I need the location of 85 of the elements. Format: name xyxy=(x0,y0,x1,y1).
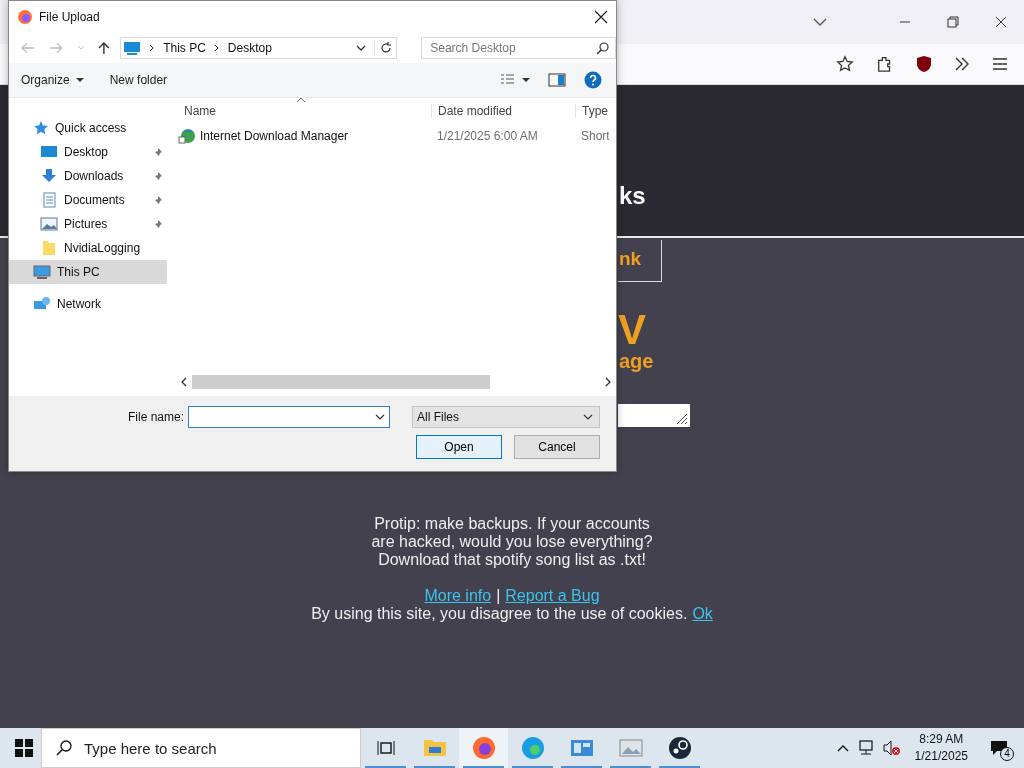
search-field[interactable]: Search Desktop xyxy=(421,37,616,59)
protip-text: are hacked, would you lose everything? xyxy=(371,533,653,551)
dropdown-icon[interactable] xyxy=(356,44,367,52)
windows-start-icon[interactable] xyxy=(15,739,33,757)
page-subtitle: age xyxy=(619,350,654,372)
new-folder-button[interactable]: New folder xyxy=(105,71,172,89)
nav-item[interactable]: NvidiaLogging xyxy=(9,236,167,260)
clock-time[interactable]: 8:29 AM xyxy=(919,731,964,748)
chevron-icon xyxy=(149,44,156,52)
column-header[interactable]: Name xyxy=(176,104,431,118)
nav-link-button[interactable]: nk xyxy=(618,240,662,282)
bookmark-star-icon[interactable] xyxy=(836,55,854,73)
nav-item[interactable]: This PC xyxy=(9,260,167,284)
file-type-dropdown[interactable]: All Files xyxy=(412,406,600,428)
chevron-icon xyxy=(213,44,220,52)
page-heading: ks xyxy=(619,182,646,209)
network-icon xyxy=(33,296,51,312)
preview-pane-icon[interactable] xyxy=(548,73,566,87)
taskbar-search-field[interactable]: Type here to search xyxy=(41,728,361,768)
link-separator: | xyxy=(496,587,501,605)
taskbar-firefox-button[interactable] xyxy=(459,728,508,768)
menu-icon[interactable] xyxy=(992,57,1008,71)
resize-grip-icon xyxy=(676,413,688,425)
clock-date[interactable]: 1/21/2025 xyxy=(914,748,968,765)
protip-text: Protip: make backups. If your accounts xyxy=(374,515,650,533)
file-name-label: File name: xyxy=(127,410,184,424)
search-icon xyxy=(596,41,609,55)
document-icon xyxy=(40,192,58,208)
cancel-button[interactable]: Cancel xyxy=(514,435,600,459)
search-icon xyxy=(56,740,72,756)
report-bug-link[interactable]: Report a Bug xyxy=(505,587,600,605)
tab-list-icon[interactable] xyxy=(813,17,827,27)
computer-icon xyxy=(123,41,142,55)
dropdown-icon xyxy=(583,414,593,420)
chevrons-icon[interactable] xyxy=(954,57,970,71)
network-icon[interactable] xyxy=(856,740,875,756)
scrollbar-thumb[interactable] xyxy=(192,375,490,389)
picture-icon xyxy=(40,216,58,232)
file-name[interactable]: Internet Download Manager xyxy=(200,129,349,143)
globe-icon xyxy=(178,128,196,144)
file-date: 1/21/2025 6:00 AM xyxy=(436,129,539,143)
page-title: V xyxy=(618,310,646,350)
help-icon[interactable] xyxy=(584,71,602,89)
protip-text: Download that spotify song list as .txt! xyxy=(378,551,646,569)
nav-item[interactable]: Network xyxy=(9,292,167,316)
computer-icon xyxy=(33,264,51,280)
open-button[interactable]: Open xyxy=(416,435,502,459)
shield-icon[interactable] xyxy=(916,55,932,73)
address-bar[interactable]: This PC Desktop xyxy=(120,37,398,59)
up-arrow-icon[interactable] xyxy=(98,41,111,55)
folder-icon xyxy=(40,240,58,256)
nav-item[interactable]: Desktop xyxy=(9,140,167,164)
nav-item[interactable]: Documents xyxy=(9,188,167,212)
more-info-link[interactable]: More info xyxy=(424,587,492,605)
close-icon[interactable] xyxy=(995,16,1007,28)
star-icon xyxy=(33,120,49,136)
desktop-icon xyxy=(40,144,58,160)
nav-item[interactable]: Quick access xyxy=(9,116,167,140)
file-type: Short xyxy=(580,129,609,143)
show-hidden-icons-icon[interactable] xyxy=(836,744,849,752)
close-icon[interactable] xyxy=(594,10,608,24)
ok-link[interactable]: Ok xyxy=(692,605,713,623)
nav-item[interactable]: Pictures xyxy=(9,212,167,236)
window-title: File Upload xyxy=(39,10,100,24)
task-view-icon xyxy=(376,740,395,756)
scroll-right-icon[interactable] xyxy=(604,377,612,387)
scroll-left-icon[interactable] xyxy=(180,377,188,387)
column-header[interactable]: Type xyxy=(575,104,609,118)
download-arrow-icon xyxy=(40,168,58,184)
dropdown-icon xyxy=(375,414,385,420)
notification-button[interactable]: 4 xyxy=(984,733,1014,763)
view-options-icon[interactable] xyxy=(500,74,530,86)
restore-icon[interactable] xyxy=(947,16,959,28)
column-header[interactable]: Date modified xyxy=(431,104,575,118)
speaker-muted-icon[interactable] xyxy=(882,740,901,756)
photo-icon xyxy=(618,738,643,758)
breadcrumb[interactable]: Desktop xyxy=(227,41,272,55)
caret-icon xyxy=(75,77,84,83)
breadcrumb[interactable]: This PC xyxy=(163,41,206,55)
folder-icon xyxy=(422,738,447,758)
file-name-field[interactable] xyxy=(188,406,390,428)
cookie-notice: By using this site, you disagree to the use of cookies. xyxy=(311,605,688,623)
nav-item[interactable]: Downloads xyxy=(9,164,167,188)
window-panel-icon xyxy=(569,738,594,758)
organize-button[interactable]: Organize xyxy=(17,71,88,89)
